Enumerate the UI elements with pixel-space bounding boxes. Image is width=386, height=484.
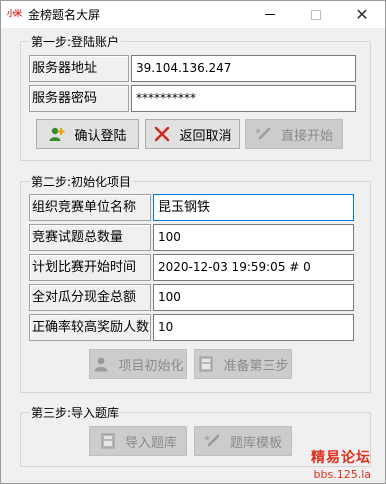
minimize-button[interactable] xyxy=(247,1,293,28)
magic-wand-icon xyxy=(254,125,273,143)
main-window: 小米 金榜题名大屏 ✕ 第一步:登陆账户 服务器地址 39.104.136.24… xyxy=(0,0,386,484)
minimize-icon xyxy=(265,14,275,15)
close-button[interactable]: ✕ xyxy=(339,1,385,28)
window-title: 金榜题名大屏 xyxy=(28,8,101,22)
confirm-login-button[interactable]: 确认登陆 xyxy=(36,119,139,149)
server-password-field[interactable]: ********** xyxy=(131,85,356,112)
prepare-step3-label: 准备第三步 xyxy=(223,358,289,374)
step1-title: 第一步:登陆账户 xyxy=(29,33,122,50)
question-total-field[interactable]: 100 xyxy=(153,224,354,251)
reward-count-label: 正确率较高奖励人数 xyxy=(29,314,151,341)
maximize-icon xyxy=(311,9,321,20)
maximize-button[interactable] xyxy=(293,1,339,28)
cash-total-label: 全对瓜分现金总额 xyxy=(29,284,151,311)
bank-template-button[interactable]: 题库模板 xyxy=(194,426,292,456)
bank-template-label: 题库模板 xyxy=(229,435,282,451)
user-icon xyxy=(92,355,110,373)
server-address-field[interactable]: 39.104.136.247 xyxy=(131,55,356,82)
start-time-field[interactable]: 2020-12-03 19:59:05 # 0 xyxy=(153,254,354,281)
import-icon xyxy=(99,432,117,450)
template-wand-icon xyxy=(203,432,222,450)
import-bank-label: 导入题库 xyxy=(124,435,177,451)
cancel-x-icon xyxy=(153,125,171,143)
server-address-label: 服务器地址 xyxy=(29,55,129,82)
watermark-title: 精易论坛 xyxy=(311,450,371,466)
add-user-icon xyxy=(48,125,66,143)
direct-start-label: 直接开始 xyxy=(280,128,333,144)
confirm-login-label: 确认登陆 xyxy=(74,128,127,144)
init-project-button[interactable]: 项目初始化 xyxy=(89,349,187,379)
cash-total-field[interactable]: 100 xyxy=(153,284,354,311)
org-unit-field[interactable]: 昆玉钢铁 xyxy=(153,194,354,221)
init-project-label: 项目初始化 xyxy=(118,358,184,374)
close-icon: ✕ xyxy=(355,4,369,24)
server-password-label: 服务器密码 xyxy=(29,85,129,112)
org-unit-label: 组织竞赛单位名称 xyxy=(29,194,151,221)
app-logo-icon: 小米 xyxy=(7,9,22,18)
cancel-button[interactable]: 返回取消 xyxy=(145,119,240,149)
reward-count-field[interactable]: 10 xyxy=(153,314,354,341)
question-total-label: 竞赛试题总数量 xyxy=(29,224,151,251)
direct-start-button[interactable]: 直接开始 xyxy=(245,119,343,149)
start-time-label: 计划比赛开始时间 xyxy=(29,254,151,281)
prepare-step3-button[interactable]: 准备第三步 xyxy=(194,349,292,379)
step3-title: 第三步:导入题库 xyxy=(29,404,122,421)
document-icon xyxy=(197,355,215,373)
forum-watermark: 精易论坛 bbs.125.la xyxy=(311,447,371,481)
step2-title: 第二步:初始化项目 xyxy=(29,173,134,190)
title-bar: 小米 金榜题名大屏 ✕ xyxy=(1,1,385,28)
watermark-url: bbs.125.la xyxy=(313,468,371,481)
cancel-label: 返回取消 xyxy=(179,128,232,144)
import-bank-button[interactable]: 导入题库 xyxy=(89,426,187,456)
